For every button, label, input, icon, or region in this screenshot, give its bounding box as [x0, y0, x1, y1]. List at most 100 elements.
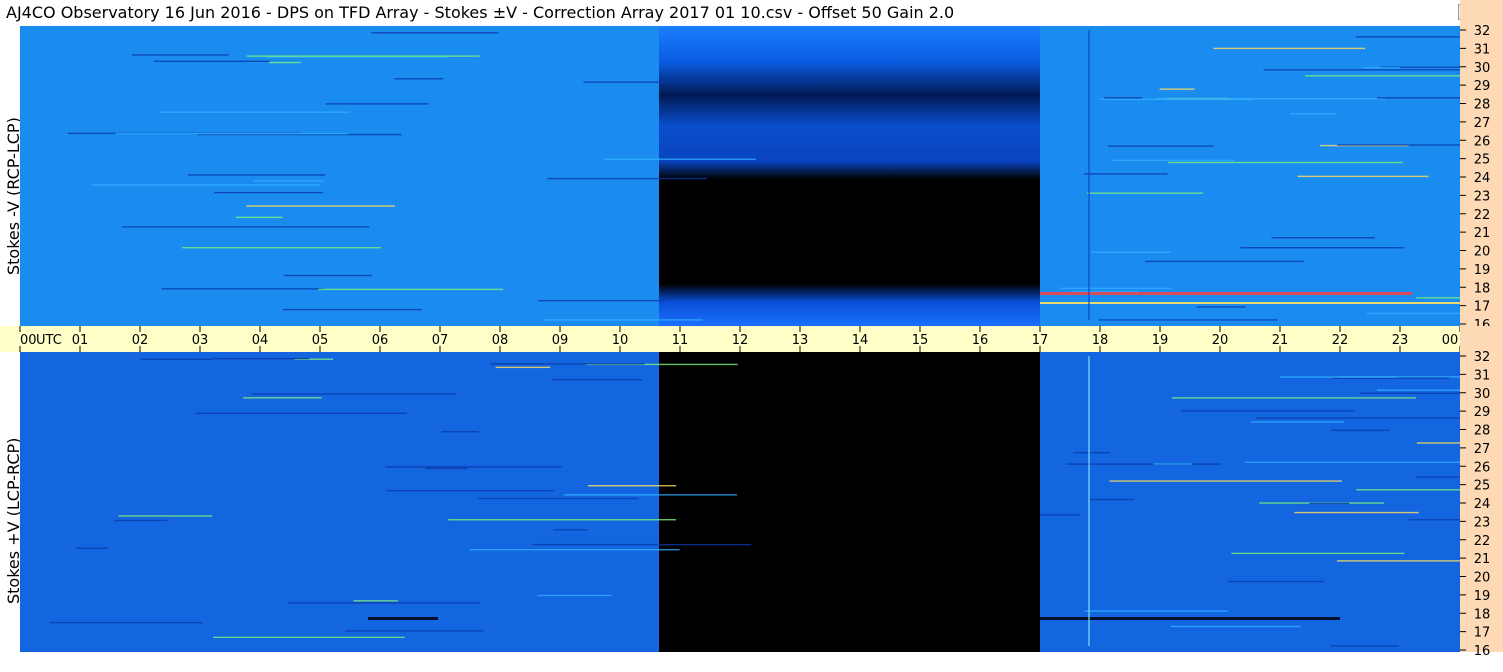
spectrum-streak [543, 319, 703, 321]
time-tick-label: 18 [1092, 333, 1109, 348]
freq-tick-label-lower: 22 [1474, 534, 1491, 549]
spectrum-streak [159, 111, 351, 113]
freq-tick-label-upper: 21 [1474, 226, 1491, 241]
freq-tick-label-lower: 18 [1474, 607, 1491, 622]
spectrogram-chart: 00 01 02 03 04 05 06 07 08 09 10 11 12 13 14 15 16 17 18 19… [0, 0, 1503, 659]
time-tick-label: 08 [492, 333, 509, 348]
time-tick-label: 12 [732, 333, 749, 348]
time-tick-label: 20 [1212, 333, 1229, 348]
burst-streak [1040, 292, 1412, 295]
freq-tick-label-upper: 32 [1474, 24, 1491, 39]
spectrum-streak [283, 274, 372, 277]
freq-tick-label-lower: 27 [1474, 442, 1491, 457]
spectrum-streak [1107, 145, 1214, 147]
spectrum-streak [187, 174, 326, 176]
spectrum-streak [282, 308, 423, 311]
spectrum-streak [1271, 237, 1375, 239]
burst-streak [1040, 617, 1340, 620]
spectrum-streak [353, 600, 398, 602]
spectrum-streak [182, 246, 381, 249]
time-tick-label: 04 [252, 333, 269, 348]
time-tick-label: 11 [672, 333, 689, 348]
spectrum-streak [1040, 514, 1081, 516]
freq-tick-label-upper: 22 [1474, 208, 1491, 223]
freq-tick-label-lower: 17 [1474, 626, 1491, 641]
spectrum-streak [268, 61, 301, 64]
spectrum-streak [114, 519, 168, 522]
spectrum-streak [140, 358, 214, 360]
spectrum-streak [1098, 319, 1278, 321]
time-tick-label: 22 [1332, 333, 1349, 348]
spectrum-streak [76, 547, 108, 549]
spectrum-streak [1228, 580, 1324, 583]
spectrum-streak [564, 494, 738, 496]
spectrum-streak [1213, 47, 1366, 50]
spectrum-streak [214, 191, 323, 194]
spectrum-streak [1111, 159, 1235, 162]
time-tick-label: 00 [20, 333, 37, 348]
spectrum-streak [1363, 67, 1400, 69]
spectrum-streak [1159, 88, 1195, 90]
freq-tick-label-upper: 31 [1474, 42, 1491, 57]
spectrum-streak [131, 54, 229, 56]
spectrum-streak [1084, 610, 1228, 612]
freq-tick-label-upper: 18 [1474, 281, 1491, 296]
spectrum-streak [583, 81, 827, 83]
spectrum-streak [394, 78, 444, 80]
spectrum-streak [538, 299, 666, 302]
spectrum-streak [537, 594, 612, 597]
spectrum-streak [213, 636, 405, 639]
time-axis-unit: UTC [36, 333, 62, 348]
spectrum-streak [122, 226, 370, 228]
spectrum-streak [345, 630, 484, 632]
spectrum-streak [478, 497, 639, 500]
time-tick-label: 15 [912, 333, 929, 348]
spectrum-streak [115, 132, 349, 135]
spectrum-streak [1250, 421, 1345, 423]
spectrum-streak [587, 485, 677, 487]
spectrum-streak [1337, 144, 1478, 146]
freq-tick-label-upper: 17 [1474, 300, 1491, 315]
vertical-interference [1088, 356, 1090, 646]
spectrum-streak [1170, 625, 1301, 628]
spectrum-streak [1330, 645, 1399, 647]
spectrum-streak [195, 412, 407, 415]
freq-tick-label-lower: 25 [1474, 479, 1491, 494]
spectrum-streak [1156, 97, 1386, 100]
spectrum-streak [603, 158, 756, 160]
freq-tick-label-lower: 19 [1474, 589, 1491, 604]
time-tick-label: 17 [1032, 333, 1049, 348]
spectrum-streak [325, 103, 429, 105]
spectrum-streak [552, 378, 643, 381]
spectrum-streak [153, 60, 270, 63]
time-tick-label: 19 [1152, 333, 1169, 348]
freq-tick-label-lower: 26 [1474, 460, 1491, 475]
spectrum-streak [1244, 461, 1492, 463]
spectrum-streak [1171, 397, 1417, 399]
spectrum-streak [1279, 376, 1397, 378]
freq-tick-label-lower: 24 [1474, 497, 1491, 512]
spectrum-streak [1294, 511, 1419, 514]
spectrum-streak [1083, 173, 1168, 175]
spectrum-streak [1231, 552, 1405, 555]
spectrum-streak [385, 466, 562, 468]
freq-tick-label-upper: 30 [1474, 61, 1491, 76]
spectrum-streak [1168, 161, 1404, 164]
time-tick-label: 03 [192, 333, 209, 348]
spectrum-streak [251, 393, 456, 395]
burst-streak [1040, 302, 1460, 304]
spectrum-streak [532, 543, 752, 546]
spectrum-streak [1104, 97, 1143, 99]
time-tick-label: 16 [972, 333, 989, 348]
time-tick-label: 01 [72, 333, 89, 348]
freq-tick-label-upper: 26 [1474, 134, 1491, 149]
spectrum-streak [1087, 192, 1203, 194]
freq-tick-label-upper: 19 [1474, 263, 1491, 278]
time-tick-label: 21 [1272, 333, 1289, 348]
freq-tick-label-lower: 29 [1474, 405, 1491, 420]
blanked-region-upper [659, 26, 1040, 326]
spectrum-streak [1297, 175, 1429, 178]
time-tick-label: 14 [852, 333, 869, 348]
spectrum-streak [1180, 410, 1355, 412]
vertical-interference [1088, 30, 1090, 320]
